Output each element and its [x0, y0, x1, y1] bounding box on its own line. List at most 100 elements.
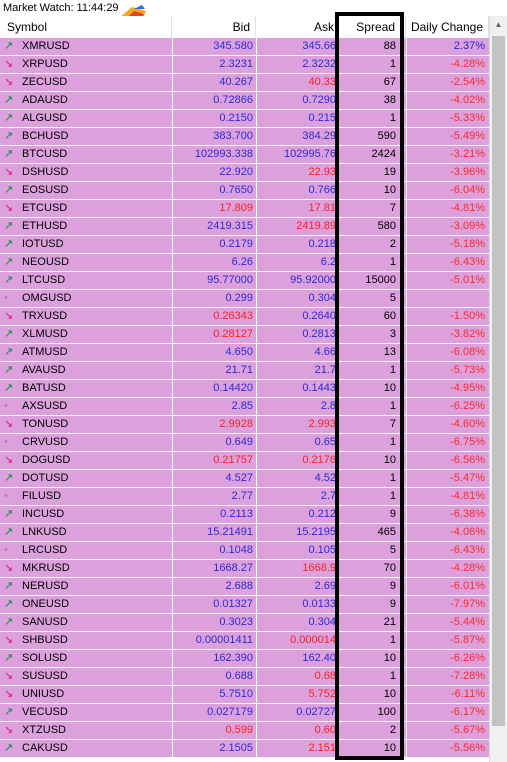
- table-row[interactable]: ↗ ETHUSD 2419.315 2419.89 580 -3.09%: [0, 218, 489, 236]
- table-row[interactable]: ↘ TRXUSD 0.26343 0.2640 60 -1.50%: [0, 308, 489, 326]
- arrow-up-icon: ↗: [4, 382, 14, 394]
- table-row[interactable]: ↗ NEOUSD 6.26 6.2 1 -6.43%: [0, 254, 489, 272]
- symbol-cell: EOSUSD: [22, 184, 69, 196]
- symbol-cell: SANUSD: [22, 616, 68, 628]
- table-row[interactable]: ↗ VECUSD 0.027179 0.02727 100 -6.17%: [0, 704, 489, 722]
- spread-cell: 60: [336, 308, 406, 325]
- daily-change-cell: -6.38%: [406, 506, 489, 523]
- table-row[interactable]: ↗ CAKUSD 2.1505 2.151 10 -5.56%: [0, 740, 489, 758]
- symbol-cell: LNKUSD: [22, 526, 67, 538]
- table-row[interactable]: ↗ DOTUSD 4.527 4.52 1 -5.47%: [0, 470, 489, 488]
- arrow-up-icon: ↗: [4, 94, 14, 106]
- table-row[interactable]: ↘ SHBUSD 0.00001411 0.000014 1 -5.87%: [0, 632, 489, 650]
- spread-cell: 7: [336, 416, 406, 433]
- bid-cell: 21.71: [172, 362, 256, 379]
- ask-cell: 4.66: [256, 344, 336, 361]
- spread-cell: 10: [336, 182, 406, 199]
- table-row[interactable]: • AXSUSD 2.85 2.8 1 -6.25%: [0, 398, 489, 416]
- header-spread[interactable]: Spread: [336, 16, 406, 38]
- table-row[interactable]: ↗ LTCUSD 95.77000 95.92000 15000 -5.01%: [0, 272, 489, 290]
- arrow-down-icon: ↘: [4, 202, 14, 214]
- spread-cell: 10: [336, 650, 406, 667]
- symbol-cell: BTCUSD: [22, 148, 68, 160]
- table-row[interactable]: ↗ SOLUSD 162.390 162.40 10 -6.26%: [0, 650, 489, 668]
- symbol-cell: UNIUSD: [22, 688, 65, 700]
- table-row[interactable]: ↗ NERUSD 2.688 2.69 9 -6.01%: [0, 578, 489, 596]
- header-symbol[interactable]: Symbol: [0, 16, 172, 38]
- arrow-down-icon: ↘: [4, 76, 14, 88]
- ask-cell: 0.304: [256, 290, 336, 307]
- bid-cell: 0.2150: [172, 110, 256, 127]
- header-bid[interactable]: Bid: [172, 16, 256, 38]
- daily-change-cell: -3.82%: [406, 326, 489, 343]
- spread-cell: 10: [336, 452, 406, 469]
- bid-cell: 2.3231: [172, 56, 256, 73]
- arrow-down-icon: ↘: [4, 58, 14, 70]
- symbol-cell: XLMUSD: [22, 328, 68, 340]
- table-row[interactable]: ↗ INCUSD 0.2113 0.212 9 -6.38%: [0, 506, 489, 524]
- ask-cell: 0.68: [256, 668, 336, 685]
- table-row[interactable]: ↘ ETCUSD 17.809 17.81 7 -4.81%: [0, 200, 489, 218]
- header-ask[interactable]: Ask: [256, 16, 336, 38]
- arrow-down-icon: ↘: [4, 634, 14, 646]
- daily-change-cell: -5.47%: [406, 470, 489, 487]
- table-row[interactable]: • OMGUSD 0.299 0.304 5: [0, 290, 489, 308]
- table-row[interactable]: • LRCUSD 0.1048 0.105 5 -6.43%: [0, 542, 489, 560]
- spread-cell: 1: [336, 362, 406, 379]
- table-row[interactable]: ↗ LNKUSD 15.21491 15.2195 465 -4.06%: [0, 524, 489, 542]
- daily-change-cell: -5.87%: [406, 632, 489, 649]
- ask-cell: 0.1443: [256, 380, 336, 397]
- table-row[interactable]: ↗ XLMUSD 0.28127 0.2813 3 -3.82%: [0, 326, 489, 344]
- symbol-cell: VECUSD: [22, 706, 68, 718]
- table-row[interactable]: ↗ EOSUSD 0.7650 0.766 10 -6.04%: [0, 182, 489, 200]
- spread-cell: 7: [336, 200, 406, 217]
- table-row[interactable]: ↗ ALGUSD 0.2150 0.215 1 -5.33%: [0, 110, 489, 128]
- table-row[interactable]: ↗ ONEUSD 0.01327 0.0133 9 -7.97%: [0, 596, 489, 614]
- table-row[interactable]: ↘ TONUSD 2.9928 2.993 7 -4.60%: [0, 416, 489, 434]
- scroll-thumb[interactable]: [492, 36, 505, 726]
- table-row[interactable]: • CRVUSD 0.649 0.65 1 -6.75%: [0, 434, 489, 452]
- table-row[interactable]: ↗ ADAUSD 0.72866 0.7290 38 -4.02%: [0, 92, 489, 110]
- daily-change-cell: -3.96%: [406, 164, 489, 181]
- scroll-up-arrow-icon[interactable]: ▲: [490, 16, 507, 33]
- daily-change-cell: -4.81%: [406, 488, 489, 505]
- ask-cell: 0.304: [256, 614, 336, 631]
- ask-cell: 0.60: [256, 722, 336, 739]
- daily-change-cell: -6.43%: [406, 254, 489, 271]
- arrow-down-icon: ↘: [4, 670, 14, 682]
- symbol-cell: TONUSD: [22, 418, 69, 430]
- table-row[interactable]: • FILUSD 2.77 2.7 1 -4.81%: [0, 488, 489, 506]
- table-row[interactable]: ↘ ZECUSD 40.267 40.33 67 -2.54%: [0, 74, 489, 92]
- table-row[interactable]: ↘ MKRUSD 1668.27 1668.9 70 -4.28%: [0, 560, 489, 578]
- table-row[interactable]: ↗ IOTUSD 0.2179 0.218 2 -5.18%: [0, 236, 489, 254]
- table-row[interactable]: ↘ SUSUSD 0.688 0.68 1 -7.28%: [0, 668, 489, 686]
- table-row[interactable]: ↗ BTCUSD 102993.338 102995.76 2424 -3.21%: [0, 146, 489, 164]
- table-row[interactable]: ↘ DOGUSD 0.21757 0.2176 10 -6.56%: [0, 452, 489, 470]
- table-row[interactable]: ↘ XRPUSD 2.3231 2.3232 1 -4.28%: [0, 56, 489, 74]
- vertical-scrollbar[interactable]: ▲: [489, 16, 507, 762]
- symbol-cell: DSHUSD: [22, 166, 69, 178]
- table-row[interactable]: ↗ AVAUSD 21.71 21.7 1 -5.73%: [0, 362, 489, 380]
- symbol-cell: BCHUSD: [22, 130, 69, 142]
- arrow-up-icon: ↗: [4, 346, 14, 358]
- table-row[interactable]: ↗ BATUSD 0.14420 0.1443 10 -4.95%: [0, 380, 489, 398]
- daily-change-cell: -4.28%: [406, 560, 489, 577]
- daily-change-cell: -6.75%: [406, 434, 489, 451]
- ask-cell: 2.7: [256, 488, 336, 505]
- table-row[interactable]: ↗ SANUSD 0.3023 0.304 21 -5.44%: [0, 614, 489, 632]
- table-row[interactable]: ↗ BCHUSD 383.700 384.29 590 -5.49%: [0, 128, 489, 146]
- arrow-down-icon: ↘: [4, 562, 14, 574]
- spread-cell: 70: [336, 560, 406, 577]
- daily-change-cell: -5.33%: [406, 110, 489, 127]
- bid-cell: 345.580: [172, 38, 256, 55]
- header-daily-change[interactable]: Daily Change: [406, 16, 489, 38]
- table-row[interactable]: ↗ ATMUSD 4.650 4.66 13 -6.08%: [0, 344, 489, 362]
- symbol-cell: IOTUSD: [22, 238, 64, 250]
- spread-cell: 1: [336, 398, 406, 415]
- daily-change-cell: -6.08%: [406, 344, 489, 361]
- table-row[interactable]: ↘ DSHUSD 22.920 22.93 19 -3.96%: [0, 164, 489, 182]
- table-row[interactable]: ↗ XMRUSD 345.580 345.66 88 2.37%: [0, 38, 489, 56]
- table-row[interactable]: ↘ XTZUSD 0.599 0.60 2 -5.67%: [0, 722, 489, 740]
- ask-cell: 21.7: [256, 362, 336, 379]
- table-row[interactable]: ↘ UNIUSD 5.7510 5.752 10 -6.11%: [0, 686, 489, 704]
